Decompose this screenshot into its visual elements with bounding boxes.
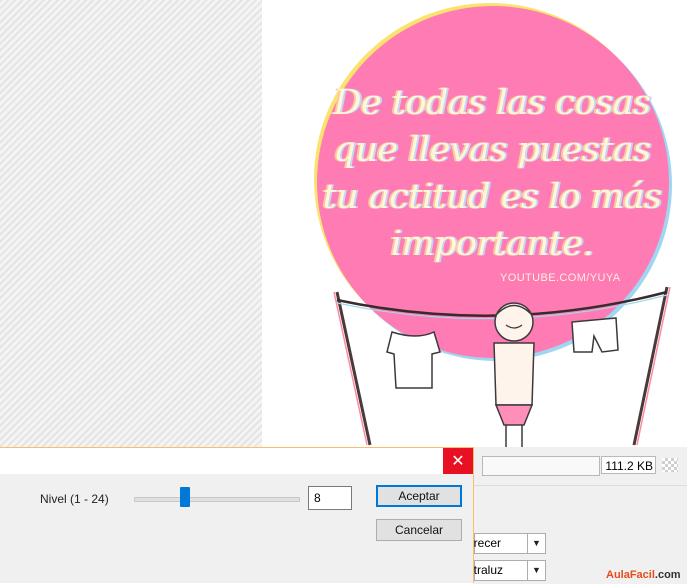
light-mode-dropdown[interactable]: ntraluz ▼: [467, 560, 546, 581]
canvas-background: [0, 0, 262, 447]
blend-mode-dropdown[interactable]: orecer ▼: [467, 533, 546, 554]
dropdown-arrow-icon[interactable]: ▼: [527, 561, 545, 580]
brand-logo: AulaFacil.com: [606, 569, 681, 581]
file-size-readout: 111.2 KB: [601, 456, 656, 474]
image-preview: De todas las cosas que llevas puestas tu…: [262, 0, 687, 447]
brand-suffix: .com: [654, 569, 681, 581]
level-slider-track[interactable]: [134, 497, 300, 502]
clothesline-illustration: [333, 286, 671, 447]
status-field: [482, 456, 600, 476]
cancel-button[interactable]: Cancelar: [376, 519, 462, 541]
level-dialog: ✕ Nivel (1 - 24) Aceptar Cancelar: [0, 447, 474, 583]
close-button[interactable]: ✕: [443, 448, 473, 474]
level-slider-thumb[interactable]: [180, 487, 190, 507]
accept-button[interactable]: Aceptar: [376, 485, 462, 507]
level-input[interactable]: [308, 486, 352, 510]
brand-name: AulaFacil: [606, 569, 655, 581]
dropdown-arrow-icon[interactable]: ▼: [527, 534, 545, 553]
dialog-titlebar: ✕: [0, 448, 473, 474]
level-label: Nivel (1 - 24): [40, 492, 109, 506]
transparency-icon: [662, 458, 678, 472]
